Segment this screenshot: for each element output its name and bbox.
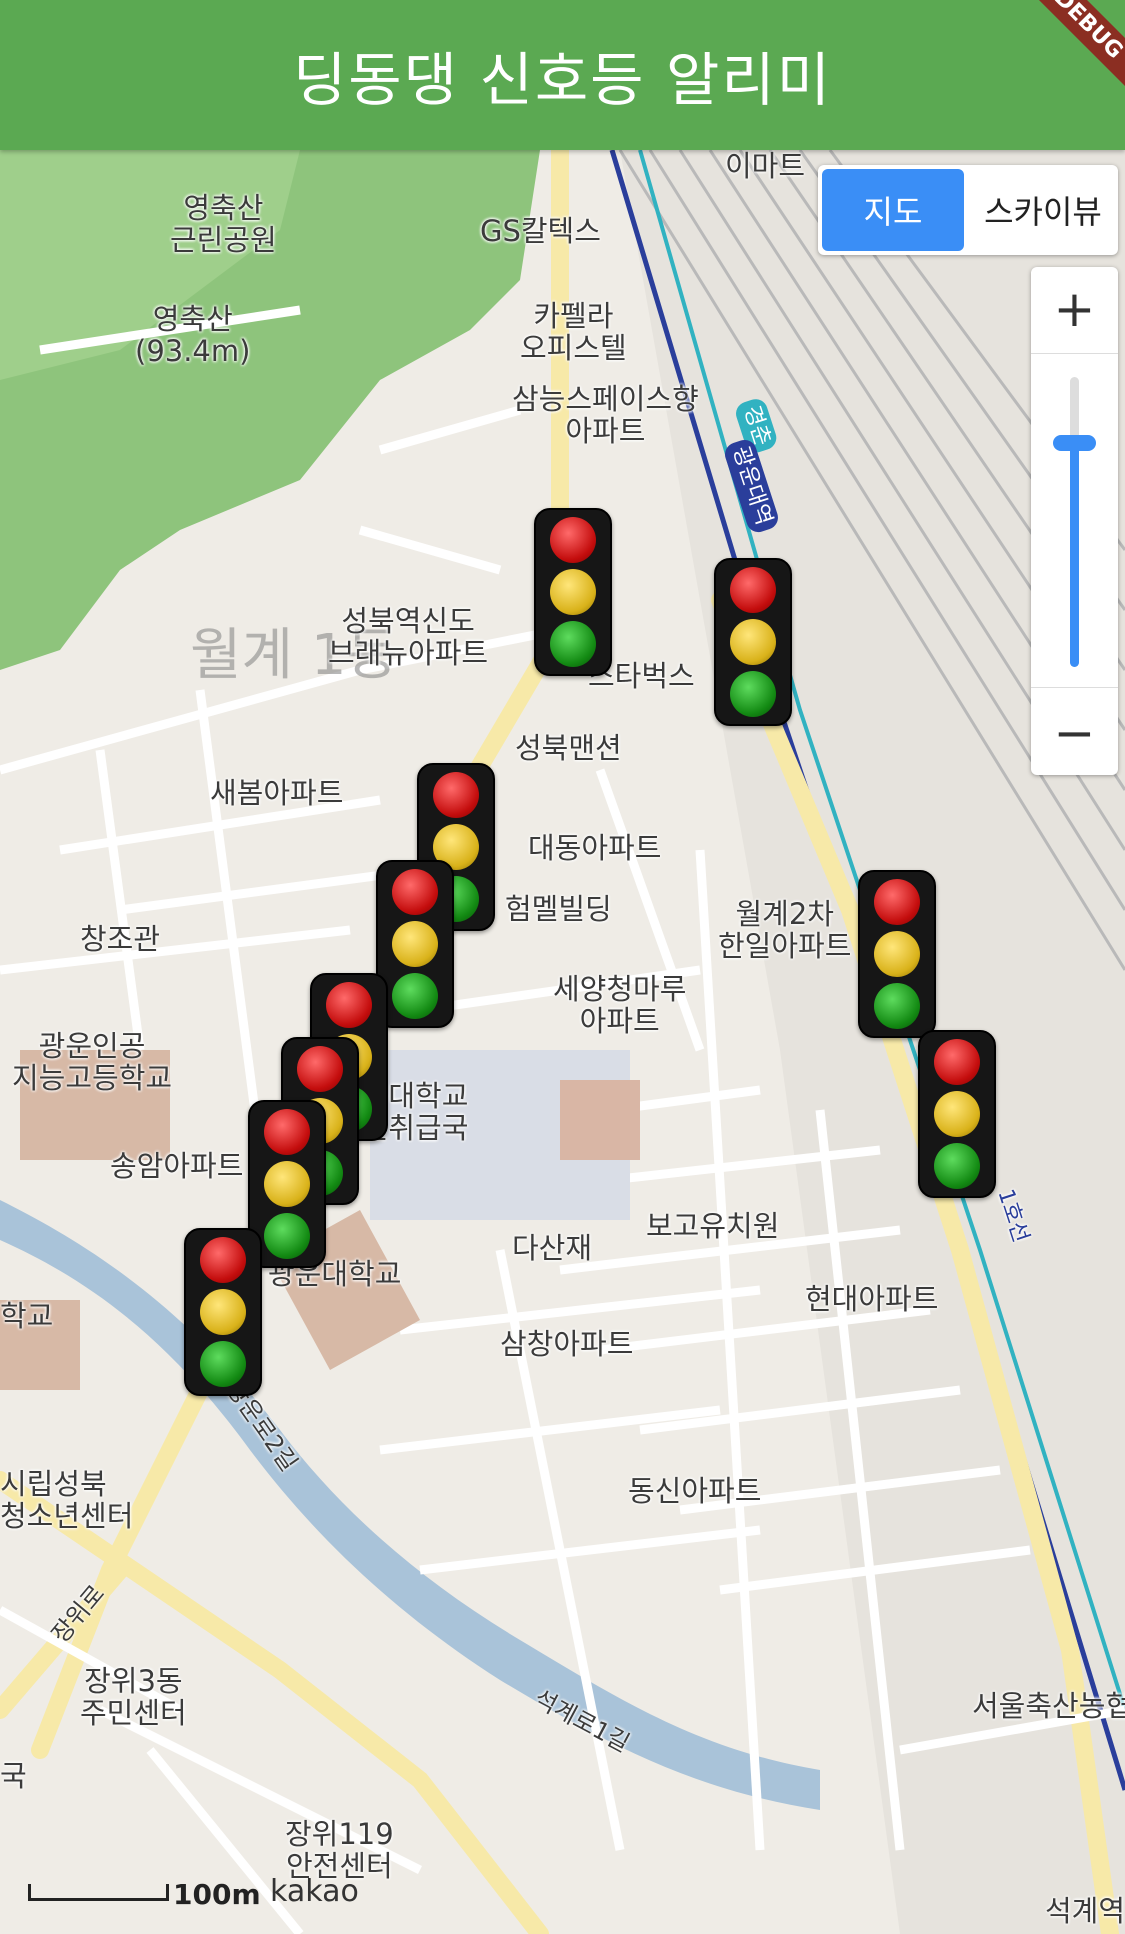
label-jangwi119: 장위119 안전센터 <box>285 1817 394 1883</box>
green-lamp <box>550 621 596 667</box>
zoom-control: + − <box>1031 267 1118 775</box>
label-young-park: 영축산 근린공원 <box>170 191 277 257</box>
green-lamp <box>730 671 776 717</box>
label-guk: 국 <box>0 1759 27 1793</box>
divider <box>1031 687 1118 688</box>
green-lamp <box>934 1143 980 1189</box>
label-bogo: 보고유치원 <box>646 1209 780 1243</box>
label-jangwi3: 장위3동 주민센터 <box>80 1664 187 1730</box>
app-title: 딩동댕 신호등 알리미 <box>292 46 833 114</box>
traffic-light-marker[interactable] <box>714 558 792 726</box>
red-lamp <box>200 1237 246 1283</box>
green-lamp <box>200 1341 246 1387</box>
label-samsung: 삼능스페이스향 아파트 <box>512 382 699 448</box>
label-dongshin: 동신아파트 <box>628 1474 762 1508</box>
red-lamp <box>874 879 920 925</box>
scale-text: 100m <box>173 1878 261 1911</box>
red-lamp <box>730 567 776 613</box>
yellow-lamp <box>550 569 596 615</box>
green-lamp <box>392 973 438 1019</box>
red-lamp <box>392 869 438 915</box>
label-kwangwoon-ai: 광운인공 지능고등학교 <box>12 1029 173 1095</box>
label-hyundai: 현대아파트 <box>805 1282 939 1316</box>
divider <box>1031 353 1118 354</box>
traffic-light-marker[interactable] <box>858 870 936 1038</box>
label-chuksan: 서울축산농협 <box>972 1689 1125 1723</box>
label-daedong: 대동아파트 <box>528 831 662 865</box>
kakao-attribution: kakao <box>270 1874 359 1909</box>
label-gs: GS칼텍스 <box>480 214 601 248</box>
label-cafe: 카펠라 오피스텔 <box>520 299 627 365</box>
label-changjo: 창조관 <box>80 922 161 956</box>
yellow-lamp <box>874 931 920 977</box>
label-young-mt: 영축산 (93.4m) <box>135 302 251 368</box>
scale-line <box>28 1884 169 1901</box>
traffic-light-marker[interactable] <box>534 508 612 676</box>
label-emart: 이마트 <box>725 150 806 183</box>
label-dasan: 다산재 <box>512 1231 593 1265</box>
label-seongbuk-youth: 시립성북 청소년센터 <box>0 1467 134 1533</box>
map-type-toggle: 지도 스카이뷰 <box>818 165 1118 255</box>
map-type-map-button[interactable]: 지도 <box>822 169 964 251</box>
yellow-lamp <box>264 1161 310 1207</box>
label-samchang: 삼창아파트 <box>500 1327 634 1361</box>
label-songam: 송암아파트 <box>110 1149 244 1183</box>
traffic-light-marker[interactable] <box>184 1228 262 1396</box>
red-lamp <box>297 1046 343 1092</box>
label-mansion: 성북맨션 <box>515 731 622 765</box>
zoom-slider-handle[interactable] <box>1053 435 1096 451</box>
red-lamp <box>550 517 596 563</box>
map-view[interactable]: 월계 1동 이마트 영축산 근린공원 GS칼텍스 영축산 (93.4m) 카펠라… <box>0 150 1125 1934</box>
zoom-slider-fill <box>1070 442 1079 667</box>
traffic-light-marker[interactable] <box>918 1030 996 1198</box>
yellow-lamp <box>934 1091 980 1137</box>
yellow-lamp <box>200 1289 246 1335</box>
green-lamp <box>874 983 920 1029</box>
map-type-skyview-button[interactable]: 스카이뷰 <box>972 169 1114 251</box>
red-lamp <box>264 1109 310 1155</box>
red-lamp <box>433 772 479 818</box>
label-saebom: 새봄아파트 <box>210 776 344 810</box>
yellow-lamp <box>392 921 438 967</box>
green-lamp <box>264 1213 310 1259</box>
label-hummel: 험멜빌딩 <box>505 892 612 926</box>
label-wolgye2: 월계2차 한일아파트 <box>718 897 852 963</box>
zoom-out-button[interactable]: − <box>1031 691 1118 775</box>
label-seokgye-stn: 석계역 <box>1045 1894 1125 1928</box>
red-lamp <box>934 1039 980 1085</box>
label-brenew: 성북역신도 브래뉴아파트 <box>328 604 489 670</box>
label-seyang: 세양청마루 아파트 <box>553 972 687 1038</box>
zoom-in-button[interactable]: + <box>1031 267 1118 351</box>
label-school: 학교 <box>0 1299 54 1333</box>
yellow-lamp <box>730 619 776 665</box>
app-bar: 딩동댕 신호등 알리미 <box>0 0 1125 150</box>
red-lamp <box>326 982 372 1028</box>
